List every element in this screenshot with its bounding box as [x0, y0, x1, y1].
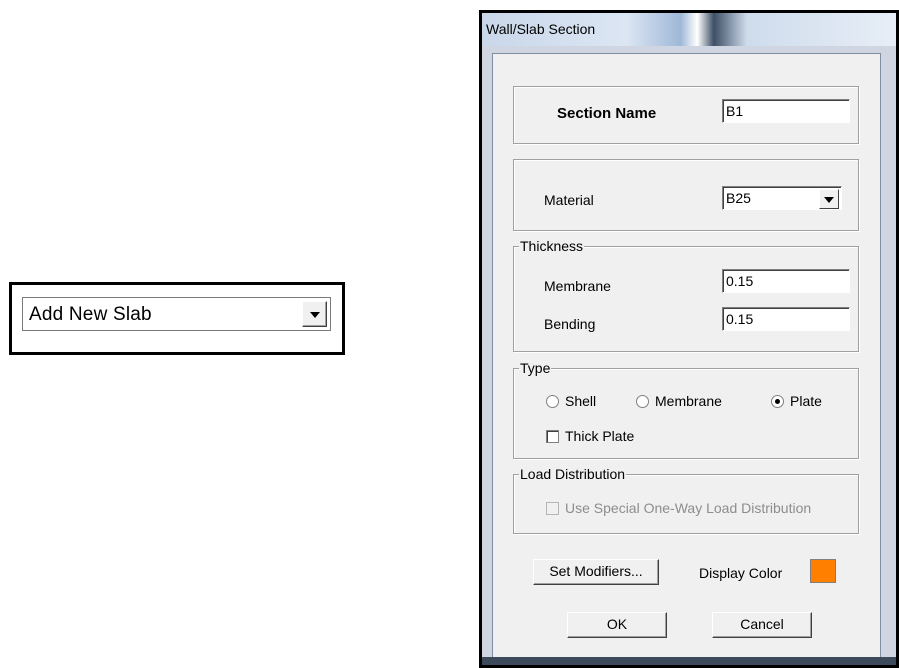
thickness-legend: Thickness: [519, 238, 585, 254]
cancel-button[interactable]: Cancel: [712, 612, 812, 638]
chevron-down-icon: [310, 312, 320, 318]
plate-radio[interactable]: [771, 395, 784, 408]
load-distribution-legend: Load Distribution: [519, 466, 627, 482]
section-name-value: B1: [726, 103, 744, 119]
dialog-client-area: Section Name B1 Material B25 Thickness M…: [492, 53, 881, 659]
section-name-input[interactable]: B1: [722, 99, 850, 123]
bending-thickness-input[interactable]: 0.15: [722, 307, 850, 331]
membrane-thickness-label: Membrane: [544, 278, 611, 294]
plate-radio-label[interactable]: Plate: [790, 393, 822, 409]
material-label: Material: [544, 192, 594, 208]
one-way-load-checkbox: [546, 502, 559, 515]
one-way-load-label: Use Special One-Way Load Distribution: [565, 500, 812, 516]
membrane-radio[interactable]: [636, 395, 649, 408]
display-color-swatch[interactable]: [810, 559, 836, 583]
section-name-label: Section Name: [557, 105, 657, 122]
thick-plate-label[interactable]: Thick Plate: [565, 428, 634, 444]
display-color-label: Display Color: [699, 565, 783, 581]
shell-radio-label[interactable]: Shell: [565, 393, 596, 409]
type-group: Type Shell Membrane Plate Thick Plate: [513, 360, 859, 459]
bending-thickness-label: Bending: [544, 316, 596, 332]
membrane-thickness-value: 0.15: [726, 273, 754, 289]
material-value: B25: [726, 190, 751, 206]
section-name-group: Section Name B1: [513, 86, 859, 144]
shell-radio[interactable]: [546, 395, 559, 408]
dialog-bottom-border: [482, 657, 896, 665]
thickness-group: Thickness Membrane 0.15 Bending 0.15: [513, 238, 859, 352]
wall-slab-section-dialog: Wall/Slab Section Section Name B1 Materi…: [479, 10, 899, 668]
load-distribution-group: Load Distribution Use Special One-Way Lo…: [513, 466, 859, 534]
membrane-radio-label[interactable]: Membrane: [655, 393, 722, 409]
membrane-thickness-input[interactable]: 0.15: [722, 269, 850, 293]
material-dropdown-button[interactable]: [819, 189, 839, 209]
combo-dropdown-button[interactable]: [302, 301, 327, 327]
set-modifiers-button[interactable]: Set Modifiers...: [533, 559, 659, 585]
thick-plate-checkbox[interactable]: [546, 430, 559, 443]
bending-thickness-value: 0.15: [726, 311, 754, 327]
dialog-title: Wall/Slab Section: [486, 21, 596, 37]
combo-selected-value: Add New Slab: [29, 304, 152, 325]
material-select[interactable]: B25: [722, 186, 842, 210]
chevron-down-icon: [824, 197, 834, 203]
dialog-titlebar[interactable]: Wall/Slab Section: [482, 13, 896, 46]
ok-button[interactable]: OK: [567, 612, 667, 638]
material-group: Material B25: [513, 159, 859, 231]
slab-type-combobox[interactable]: Add New Slab: [22, 297, 331, 331]
type-legend: Type: [519, 360, 552, 376]
